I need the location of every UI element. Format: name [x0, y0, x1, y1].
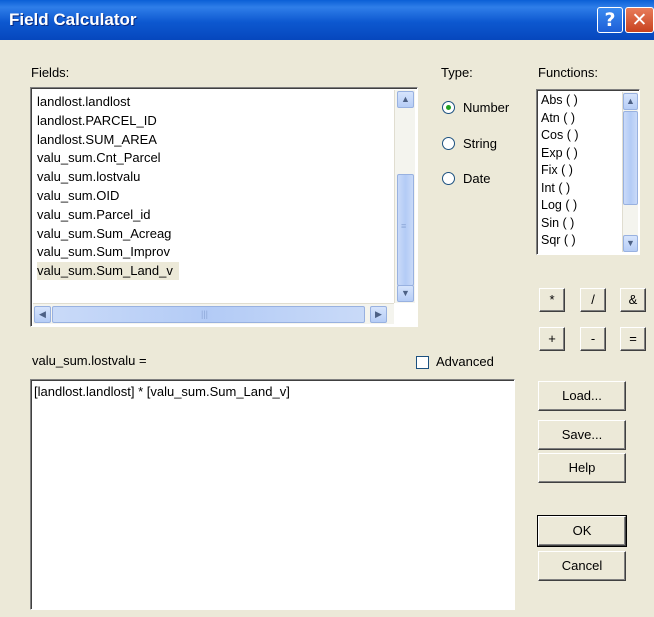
help-titlebar-button[interactable]: ? [597, 7, 623, 33]
radio-date[interactable] [442, 172, 455, 185]
function-list-item[interactable]: Sqr ( ) [541, 233, 576, 247]
advanced-checkbox[interactable] [416, 356, 429, 369]
function-list-item[interactable]: Fix ( ) [541, 163, 573, 177]
fields-vertical-thumb[interactable]: ≡ [397, 174, 414, 286]
function-list-item[interactable]: Log ( ) [541, 198, 577, 212]
ampersand-button[interactable]: & [620, 288, 646, 312]
close-button[interactable]: ✕ [625, 7, 654, 33]
expression-textbox[interactable]: [landlost.landlost] * [valu_sum.Sum_Land… [30, 379, 515, 610]
advanced-label: Advanced [436, 354, 494, 369]
load-button[interactable]: Load... [538, 381, 626, 411]
chevron-right-icon[interactable]: ▶ [370, 306, 387, 323]
plus-button[interactable]: + [539, 327, 565, 351]
type-label: Type: [441, 65, 473, 80]
field-list-item[interactable]: valu_sum.Parcel_id [37, 206, 150, 224]
function-list-item[interactable]: Abs ( ) [541, 93, 578, 107]
function-list-item[interactable]: Sin ( ) [541, 216, 574, 230]
field-list-item[interactable]: valu_sum.Cnt_Parcel [37, 149, 161, 167]
help-button[interactable]: Help [538, 453, 626, 483]
radio-date-label: Date [463, 171, 491, 186]
close-icon: ✕ [631, 9, 648, 31]
chevron-down-icon[interactable]: ▼ [397, 285, 414, 302]
question-icon: ? [604, 9, 616, 31]
chevron-up-icon[interactable]: ▲ [397, 91, 414, 108]
field-list-item[interactable]: landlost.PARCEL_ID [37, 112, 157, 130]
window-title: Field Calculator [9, 10, 137, 29]
equals-button[interactable]: = [620, 327, 646, 351]
title-bar[interactable]: Field Calculator ? ✕ [0, 0, 654, 40]
fields-horizontal-thumb[interactable]: ||| [52, 306, 365, 323]
field-list-item[interactable]: valu_sum.Sum_Acreag [37, 225, 171, 243]
functions-vertical-scrollbar[interactable]: ▲ ▼ [622, 92, 638, 252]
field-list-item[interactable]: valu_sum.OID [37, 187, 119, 205]
field-list-item[interactable]: landlost.landlost [37, 93, 130, 111]
divide-button[interactable]: / [580, 288, 606, 312]
field-list-item[interactable]: valu_sum.Sum_Land_v [37, 262, 179, 281]
field-list-item[interactable]: valu_sum.lostvalu [37, 168, 140, 186]
fields-vertical-scrollbar[interactable]: ▲ ≡ ▼ [394, 90, 415, 303]
field-list-item[interactable]: valu_sum.Sum_Improv [37, 243, 170, 261]
multiply-button[interactable]: * [539, 288, 565, 312]
expression-text[interactable]: [landlost.landlost] * [valu_sum.Sum_Land… [34, 384, 290, 399]
fields-horizontal-scrollbar[interactable]: ◀ ||| ▶ [33, 303, 394, 324]
function-list-item[interactable]: Atn ( ) [541, 111, 575, 125]
fields-label: Fields: [31, 65, 70, 80]
ok-button[interactable]: OK [537, 515, 627, 547]
grip-icon: ||| [201, 309, 209, 319]
grip-icon: ≡ [401, 221, 407, 231]
field-calculator-dialog: Field Calculator ? ✕ Fields: landlost.la… [0, 0, 654, 617]
cancel-button[interactable]: Cancel [538, 551, 626, 581]
expression-target-label: valu_sum.lostvalu = [32, 353, 147, 368]
function-list-item[interactable]: Int ( ) [541, 181, 570, 195]
radio-string[interactable] [442, 137, 455, 150]
functions-vertical-thumb[interactable] [623, 111, 638, 205]
field-list-item[interactable]: landlost.SUM_AREA [37, 131, 157, 149]
radio-string-label: String [463, 136, 497, 151]
function-list-item[interactable]: Cos ( ) [541, 128, 579, 142]
chevron-up-icon[interactable]: ▲ [623, 93, 638, 110]
function-list-item[interactable]: Exp ( ) [541, 146, 578, 160]
fields-list[interactable]: landlost.landlost landlost.PARCEL_ID landl… [30, 87, 418, 327]
functions-label: Functions: [538, 65, 598, 80]
chevron-left-icon[interactable]: ◀ [34, 306, 51, 323]
functions-list[interactable]: Abs ( ) Atn ( ) Cos ( ) Exp ( ) Fix ( ) Int (… [536, 89, 640, 255]
minus-button[interactable]: - [580, 327, 606, 351]
radio-number-label: Number [463, 100, 510, 115]
chevron-down-icon[interactable]: ▼ [623, 235, 638, 252]
radio-number[interactable] [442, 101, 455, 114]
save-button[interactable]: Save... [538, 420, 626, 450]
